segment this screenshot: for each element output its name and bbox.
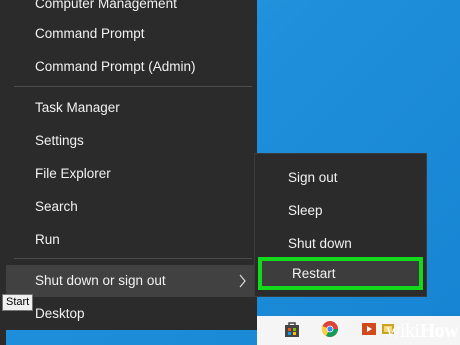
menu-item-label: Search: [35, 199, 78, 214]
menu-item-run[interactable]: Run: [6, 224, 257, 256]
menu-item-shut-down-or-sign-out[interactable]: Shut down or sign out: [6, 265, 257, 297]
submenu-item-shut-down[interactable]: Shut down: [255, 228, 426, 260]
shut-down-submenu: Sign out Sleep Shut down Restart: [254, 153, 427, 297]
menu-item-command-prompt[interactable]: Command Prompt: [6, 18, 257, 50]
submenu-item-sleep[interactable]: Sleep: [255, 195, 426, 227]
submenu-item-label: Shut down: [288, 236, 352, 251]
menu-item-label: Command Prompt: [35, 26, 145, 41]
menu-item-label: Desktop: [35, 306, 85, 321]
menu-separator: [14, 258, 252, 259]
submenu-item-restart[interactable]: Restart: [258, 257, 423, 290]
menu-item-search[interactable]: Search: [6, 191, 257, 223]
wikihow-watermark: wikiHow: [386, 320, 459, 343]
menu-item-task-manager[interactable]: Task Manager: [6, 92, 257, 124]
submenu-item-label: Sign out: [288, 170, 338, 185]
menu-item-label: Task Manager: [35, 100, 120, 115]
menu-item-label: Computer Management: [35, 0, 177, 11]
menu-item-label: Settings: [35, 133, 84, 148]
menu-separator: [14, 86, 252, 87]
submenu-item-label: Sleep: [288, 203, 323, 218]
submenu-item-sign-out[interactable]: Sign out: [255, 162, 426, 194]
submenu-item-label: Restart: [292, 266, 336, 281]
watermark-how: How: [419, 320, 459, 342]
menu-item-settings[interactable]: Settings: [6, 125, 257, 157]
start-tooltip: Start: [2, 294, 33, 311]
chrome-icon[interactable]: [321, 320, 339, 338]
menu-item-computer-management[interactable]: Computer Management: [6, 0, 257, 20]
power-user-menu: Computer Management Command Prompt Comma…: [6, 0, 257, 330]
media-player-icon[interactable]: [360, 320, 378, 338]
watermark-wiki: wiki: [386, 320, 420, 342]
store-icon[interactable]: [283, 320, 301, 338]
menu-item-file-explorer[interactable]: File Explorer: [6, 158, 257, 190]
menu-item-desktop[interactable]: Desktop: [6, 298, 257, 330]
menu-item-label: Shut down or sign out: [35, 273, 166, 288]
menu-item-label: Run: [35, 232, 60, 247]
tooltip-text: Start: [6, 296, 30, 308]
menu-item-command-prompt-admin[interactable]: Command Prompt (Admin): [6, 51, 257, 83]
menu-item-label: File Explorer: [35, 166, 111, 181]
menu-item-label: Command Prompt (Admin): [35, 59, 196, 74]
